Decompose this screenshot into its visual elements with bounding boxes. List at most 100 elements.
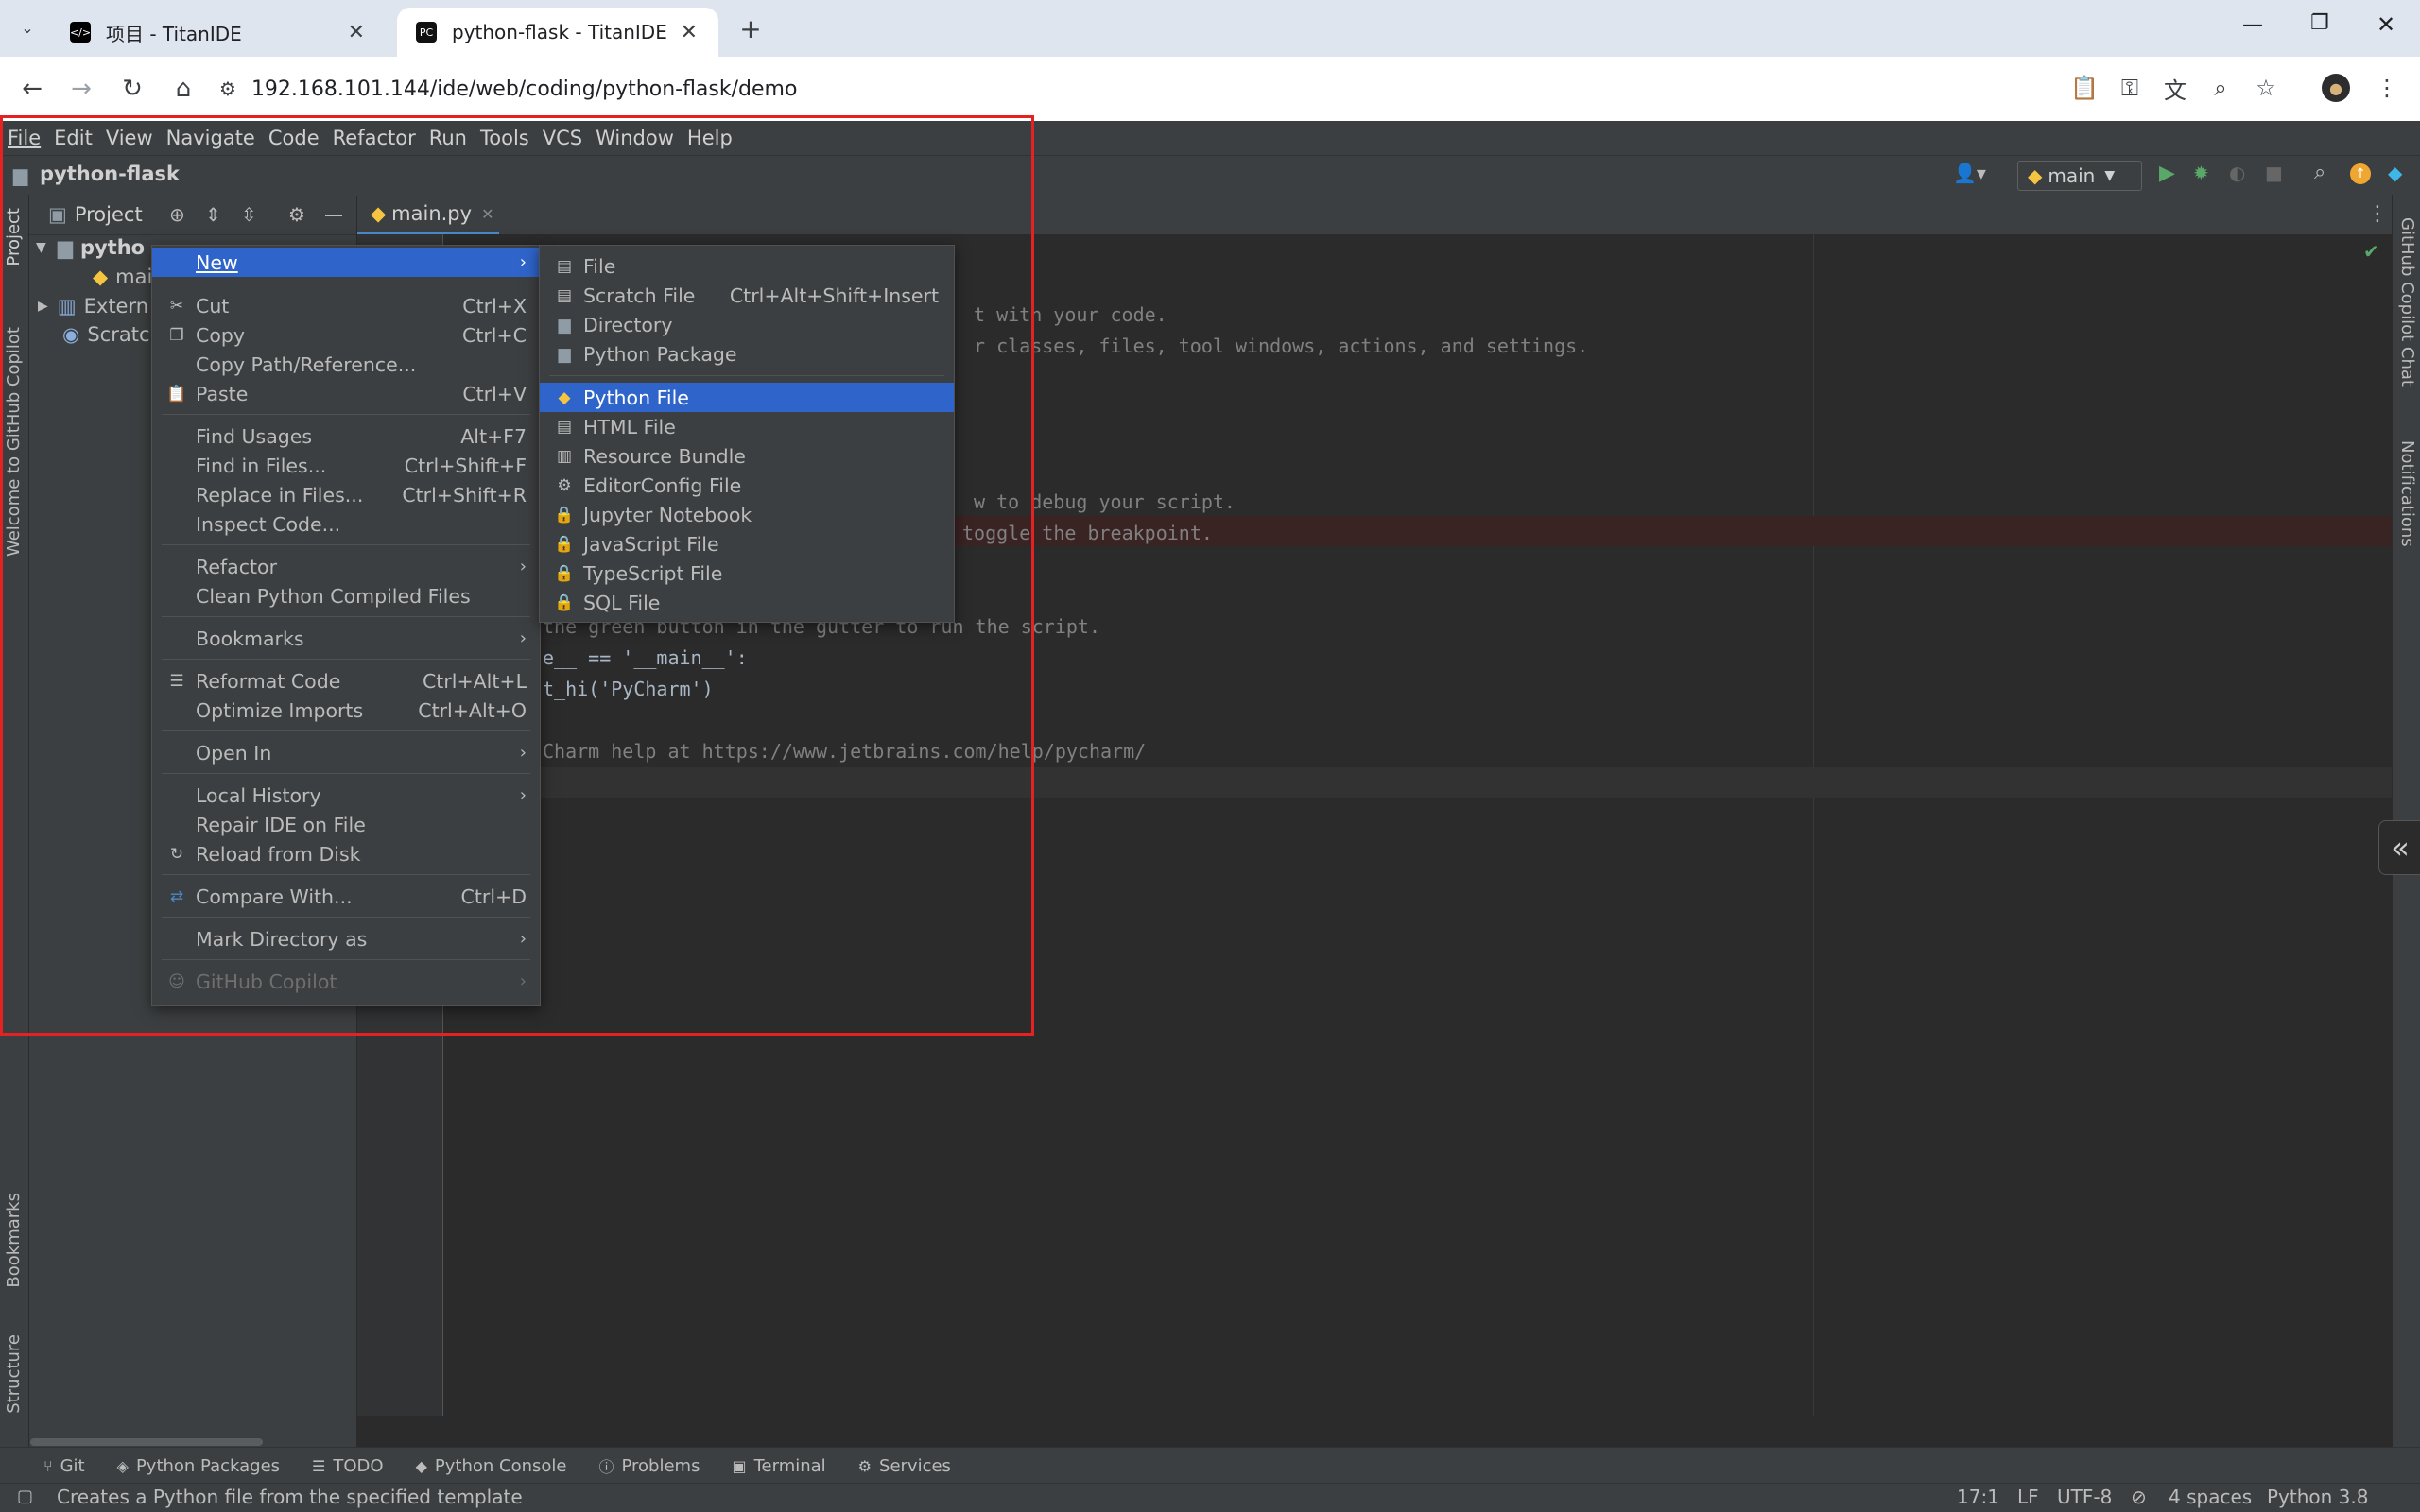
indent-setting[interactable]: 4 spaces xyxy=(2169,1486,2252,1508)
translate-icon[interactable]: 文 xyxy=(2159,72,2191,104)
expand-all-icon[interactable]: ⇕ xyxy=(205,203,221,226)
read-only-icon[interactable]: ⊘ xyxy=(2131,1486,2147,1508)
python-interpreter[interactable]: Python 3.8 xyxy=(2267,1486,2369,1508)
stop-icon[interactable]: ■ xyxy=(2265,162,2283,184)
submenu-item-jupyter[interactable]: 🔒 Jupyter Notebook xyxy=(540,500,954,529)
menu-item-reformat-code[interactable]: ☰ Reformat Code Ctrl+Alt+L xyxy=(152,666,540,696)
menu-item-bookmarks[interactable]: Bookmarks › xyxy=(152,624,540,653)
submenu-item-editorconfig[interactable]: ⚙ EditorConfig File xyxy=(540,471,954,500)
tree-item-root[interactable]: ▼ ▆ pytho xyxy=(36,236,145,259)
run-icon[interactable]: ▶ xyxy=(2159,162,2175,185)
debug-icon[interactable]: ✹ xyxy=(2193,162,2209,184)
menu-refactor[interactable]: Refactor xyxy=(326,127,423,149)
menu-item-optimize-imports[interactable]: Optimize Imports Ctrl+Alt+O xyxy=(152,696,540,725)
new-tab-button[interactable]: + xyxy=(735,13,766,44)
key-icon[interactable]: ⚿ xyxy=(2114,72,2146,104)
tool-git[interactable]: ⑂ Git xyxy=(43,1456,85,1476)
status-panel-icon[interactable]: ▢ xyxy=(17,1486,33,1506)
submenu-item-javascript[interactable]: 🔒 JavaScript File xyxy=(540,529,954,558)
menu-item-paste[interactable]: 📋 Paste Ctrl+V xyxy=(152,379,540,408)
menu-navigate[interactable]: Navigate xyxy=(160,127,262,149)
menu-item-mark-directory[interactable]: Mark Directory as › xyxy=(152,924,540,954)
profile-avatar[interactable]: ● xyxy=(2322,74,2350,102)
menu-code[interactable]: Code xyxy=(262,127,326,149)
close-icon[interactable]: ✕ xyxy=(681,21,698,44)
menu-item-find-usages[interactable]: Find Usages Alt+F7 xyxy=(152,421,540,451)
home-icon[interactable]: ⌂ xyxy=(166,72,200,106)
menu-vcs[interactable]: VCS xyxy=(536,127,589,149)
browser-tab-projects[interactable]: </> 项目 - TitanIDE ✕ xyxy=(51,8,386,57)
jetbrains-logo-icon[interactable]: ◆ xyxy=(2388,162,2402,184)
reload-icon[interactable]: ↻ xyxy=(115,72,149,106)
submenu-item-html-file[interactable]: ▤ HTML File xyxy=(540,412,954,441)
window-close-button[interactable]: ✕ xyxy=(2377,11,2395,38)
menu-file[interactable]: File xyxy=(0,127,47,149)
editor-tab-main-py[interactable]: ◆ main.py ✕ xyxy=(357,195,499,235)
tool-problems[interactable]: ⓘ Problems xyxy=(598,1454,700,1477)
browser-menu-icon[interactable]: ⋮ xyxy=(2371,72,2403,104)
menu-item-local-history[interactable]: Local History › xyxy=(152,781,540,810)
menu-item-copy-path[interactable]: Copy Path/Reference... xyxy=(152,350,540,379)
tool-python-console[interactable]: ◆ Python Console xyxy=(416,1456,567,1476)
close-icon[interactable]: ✕ xyxy=(348,21,365,44)
menu-item-cut[interactable]: ✂ Cut Ctrl+X xyxy=(152,291,540,320)
menu-item-refactor[interactable]: Refactor › xyxy=(152,552,540,581)
back-icon[interactable]: ← xyxy=(15,72,49,106)
restore-button[interactable]: ❐ xyxy=(2310,11,2329,35)
menu-item-find-in-files[interactable]: Find in Files... Ctrl+Shift+F xyxy=(152,451,540,480)
collapse-panel-button[interactable]: « xyxy=(2378,820,2420,875)
menu-window[interactable]: Window xyxy=(589,127,681,149)
file-encoding[interactable]: UTF-8 xyxy=(2057,1486,2112,1508)
hide-icon[interactable]: — xyxy=(324,203,343,226)
forward-icon[interactable]: → xyxy=(64,72,98,106)
menu-item-inspect-code[interactable]: Inspect Code... xyxy=(152,509,540,539)
collapse-all-icon[interactable]: ⇳ xyxy=(241,203,257,226)
menu-item-compare-with[interactable]: ⇄ Compare With... Ctrl+D xyxy=(152,882,540,911)
browser-tab-python-flask[interactable]: PC python-flask - TitanIDE ✕ xyxy=(397,8,718,57)
user-icon[interactable]: 👤▾ xyxy=(1953,162,1986,184)
submenu-item-python-file[interactable]: ◆ Python File xyxy=(540,383,954,412)
clipboard-icon[interactable]: 📋 xyxy=(2068,72,2100,104)
zoom-icon[interactable]: ⌕ xyxy=(2204,72,2237,104)
menu-edit[interactable]: Edit xyxy=(47,127,99,149)
submenu-item-file[interactable]: ▤ File xyxy=(540,251,954,281)
menu-help[interactable]: Help xyxy=(681,127,739,149)
tool-terminal[interactable]: ▣ Terminal xyxy=(732,1456,825,1476)
tree-item-scratches[interactable]: ◉ Scratc xyxy=(62,323,150,346)
address-bar[interactable]: ⚙ 192.168.101.144/ide/web/coding/python-… xyxy=(219,64,2261,113)
tree-item-external-libraries[interactable]: ▶ ▥ Extern xyxy=(38,295,148,318)
menu-item-repair-ide[interactable]: Repair IDE on File xyxy=(152,810,540,839)
menu-item-replace-in-files[interactable]: Replace in Files... Ctrl+Shift+R xyxy=(152,480,540,509)
submenu-item-typescript[interactable]: 🔒 TypeScript File xyxy=(540,558,954,588)
tool-copilot-chat[interactable]: GitHub Copilot Chat xyxy=(2397,217,2417,387)
menu-run[interactable]: Run xyxy=(423,127,474,149)
tool-todo[interactable]: ☰ TODO xyxy=(312,1456,384,1476)
submenu-item-scratch-file[interactable]: ▤ Scratch File Ctrl+Alt+Shift+Insert xyxy=(540,281,954,310)
minimize-button[interactable]: — xyxy=(2242,13,2263,37)
menu-view[interactable]: View xyxy=(99,127,160,149)
line-separator[interactable]: LF xyxy=(2017,1486,2039,1508)
site-info-icon[interactable]: ⚙ xyxy=(219,77,236,100)
menu-item-reload-from-disk[interactable]: ↻ Reload from Disk xyxy=(152,839,540,868)
submenu-item-sql[interactable]: 🔒 SQL File xyxy=(540,588,954,617)
menu-item-copy[interactable]: ❐ Copy Ctrl+C xyxy=(152,320,540,350)
update-icon[interactable]: ↑ xyxy=(2350,163,2371,184)
search-icon[interactable]: ⌕ xyxy=(2314,161,2325,184)
tool-structure[interactable]: Structure xyxy=(4,1334,24,1414)
submenu-item-python-package[interactable]: ▆ Python Package xyxy=(540,339,954,369)
tool-services[interactable]: ⚙ Services xyxy=(858,1456,951,1476)
tool-bookmarks[interactable]: Bookmarks xyxy=(4,1193,24,1288)
menu-tools[interactable]: Tools xyxy=(474,127,536,149)
close-icon[interactable]: ✕ xyxy=(481,205,493,223)
gear-icon[interactable]: ⚙ xyxy=(288,203,305,226)
horizontal-scrollbar[interactable] xyxy=(30,1438,263,1446)
menu-item-open-in[interactable]: Open In › xyxy=(152,738,540,767)
project-name[interactable]: python-flask xyxy=(40,163,180,185)
submenu-item-resource-bundle[interactable]: ▥ Resource Bundle xyxy=(540,441,954,471)
project-panel-title[interactable]: Project xyxy=(75,203,143,226)
caret-position[interactable]: 17:1 xyxy=(1957,1486,1999,1508)
more-icon[interactable]: ⋮ xyxy=(2367,202,2388,226)
tree-item-main-py[interactable]: ◆ mai xyxy=(93,266,152,288)
run-config-selector[interactable]: ◆ main ▼ xyxy=(2017,161,2142,191)
menu-item-new[interactable]: New › xyxy=(152,248,540,277)
